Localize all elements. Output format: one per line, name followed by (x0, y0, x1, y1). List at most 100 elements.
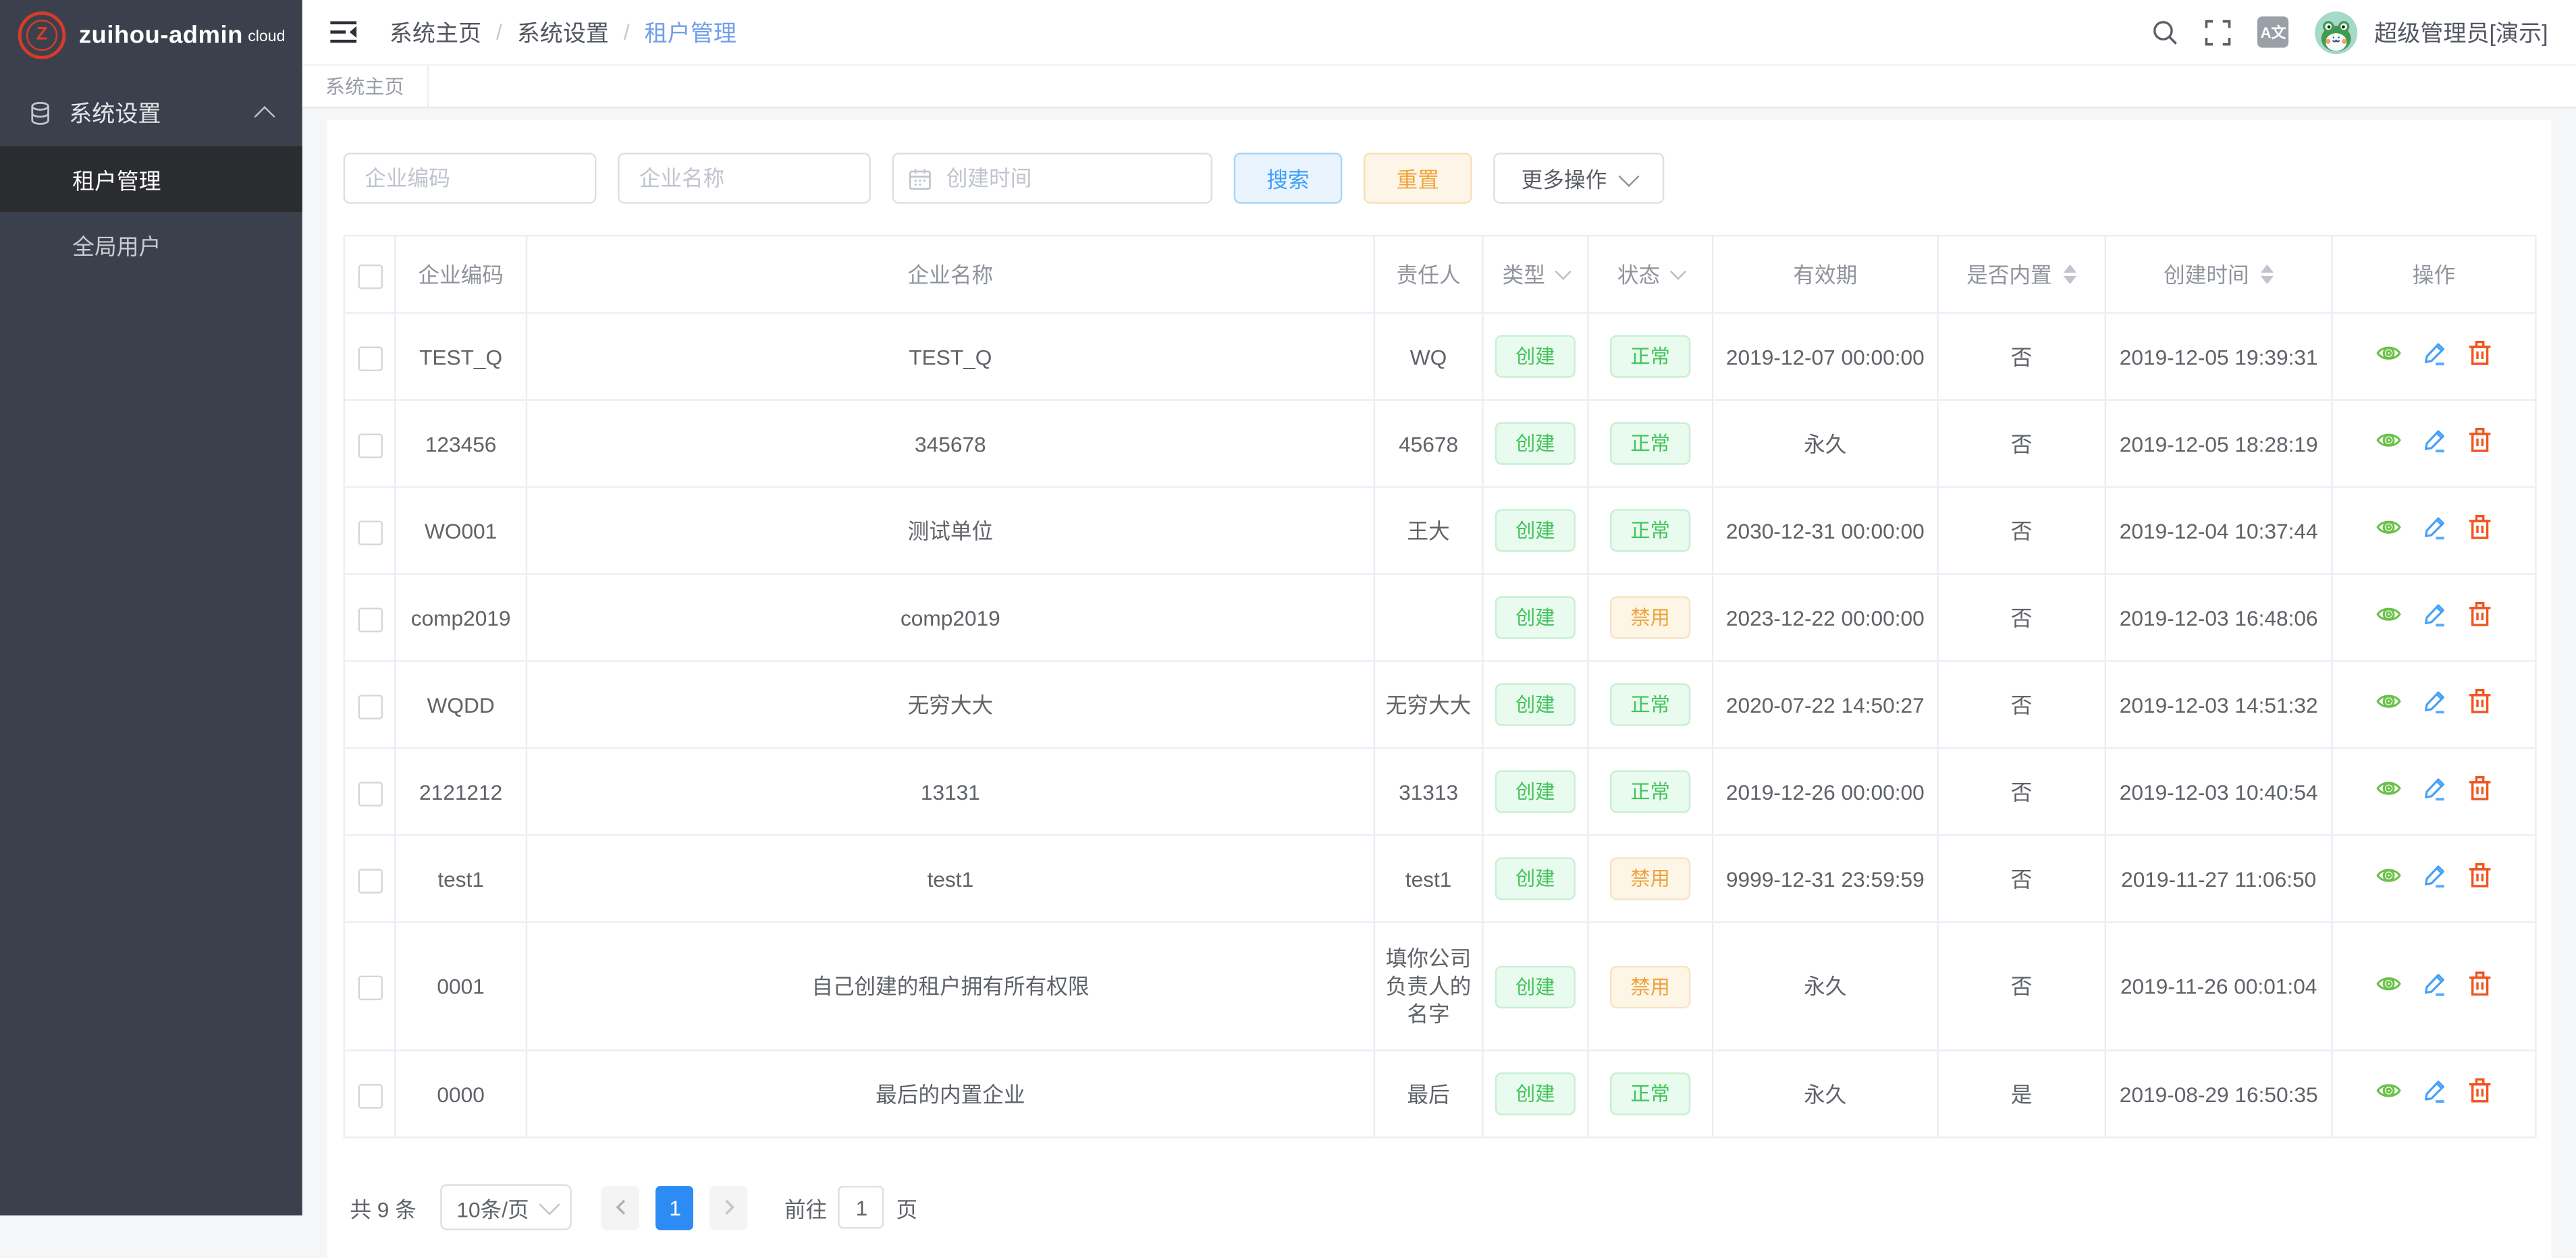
prev-page-button[interactable] (602, 1185, 640, 1230)
delete-icon[interactable] (2467, 688, 2492, 715)
collapse-sidebar-icon[interactable] (330, 20, 358, 45)
cell-code: 2121212 (395, 748, 527, 836)
row-checkbox[interactable] (357, 520, 382, 545)
view-icon[interactable] (2376, 970, 2402, 996)
sidebar-group-system-settings[interactable]: 系统设置 (0, 80, 302, 146)
username[interactable]: 超级管理员[演示] (2374, 16, 2548, 49)
view-icon[interactable] (2376, 1077, 2402, 1103)
delete-icon[interactable] (2467, 427, 2492, 454)
column-header-status[interactable]: 状态 (1588, 236, 1713, 312)
delete-icon[interactable] (2467, 514, 2492, 541)
delete-icon[interactable] (2467, 775, 2492, 802)
column-header-type[interactable]: 类型 (1482, 236, 1588, 312)
row-checkbox[interactable] (357, 694, 382, 719)
cell-actions (2332, 661, 2536, 748)
language-icon[interactable]: A文 (2257, 16, 2288, 47)
tab-system-home[interactable]: 系统主页 (302, 65, 429, 107)
cell-status: 正常 (1588, 1050, 1713, 1137)
select-all-checkbox[interactable] (357, 264, 382, 289)
cell-status: 禁用 (1588, 836, 1713, 923)
row-actions (2376, 1077, 2492, 1103)
page-word: 页 (896, 1192, 918, 1223)
cell-actions (2332, 313, 2536, 400)
edit-icon[interactable] (2421, 427, 2448, 454)
edit-icon[interactable] (2421, 863, 2448, 889)
fullscreen-icon[interactable] (2205, 19, 2232, 45)
row-checkbox[interactable] (357, 976, 382, 1001)
cell-builtin: 是 (1938, 1050, 2105, 1137)
cell-owner: WQ (1374, 313, 1483, 400)
tab-bar: 系统主页 (302, 65, 2576, 108)
view-icon[interactable] (2376, 863, 2402, 889)
filter-caret-icon[interactable] (1554, 264, 1570, 280)
edit-icon[interactable] (2421, 340, 2448, 366)
cell-name: 最后的内置企业 (527, 1050, 1374, 1137)
view-icon[interactable] (2376, 775, 2402, 802)
cell-select (344, 1050, 395, 1137)
view-icon[interactable] (2376, 514, 2402, 541)
more-actions-button[interactable]: 更多操作 (1493, 153, 1664, 203)
cell-type: 创建 (1482, 400, 1588, 487)
delete-icon[interactable] (2467, 970, 2492, 996)
view-icon[interactable] (2376, 340, 2402, 366)
avatar[interactable] (2315, 11, 2358, 53)
cell-actions (2332, 400, 2536, 487)
sort-carets-icon[interactable] (2064, 265, 2076, 284)
row-checkbox[interactable] (357, 433, 382, 458)
reset-button[interactable]: 重置 (1364, 153, 1472, 203)
sidebar-group-label: 系统设置 (69, 97, 259, 130)
view-icon[interactable] (2376, 601, 2402, 628)
cell-status: 正常 (1588, 487, 1713, 574)
search-button[interactable]: 搜索 (1234, 153, 1343, 203)
row-checkbox[interactable] (357, 607, 382, 632)
delete-icon[interactable] (2467, 863, 2492, 889)
cell-actions (2332, 1050, 2536, 1137)
cell-created: 2019-11-27 11:06:50 (2105, 836, 2332, 923)
row-checkbox[interactable] (357, 868, 382, 893)
cell-owner: test1 (1374, 836, 1483, 923)
sidebar-item-label: 租户管理 (72, 163, 161, 196)
created-date-input[interactable] (943, 164, 1196, 192)
next-page-button[interactable] (710, 1185, 748, 1230)
delete-icon[interactable] (2467, 340, 2492, 366)
page-size-select[interactable]: 10条/页 (441, 1184, 572, 1230)
cell-expire: 永久 (1713, 923, 1937, 1051)
cell-type: 创建 (1482, 923, 1588, 1051)
created-date-picker[interactable] (892, 153, 1212, 203)
sort-carets-icon[interactable] (2261, 265, 2274, 284)
column-label: 企业名称 (908, 261, 994, 288)
row-checkbox[interactable] (357, 1083, 382, 1108)
edit-icon[interactable] (2421, 970, 2448, 996)
company-name-input[interactable] (618, 153, 871, 203)
edit-icon[interactable] (2421, 601, 2448, 628)
cell-code: TEST_Q (395, 313, 527, 400)
row-checkbox[interactable] (357, 781, 382, 806)
search-icon[interactable] (2153, 19, 2179, 45)
delete-icon[interactable] (2467, 601, 2492, 628)
row-checkbox[interactable] (357, 346, 382, 371)
edit-icon[interactable] (2421, 688, 2448, 715)
view-icon[interactable] (2376, 427, 2402, 454)
cell-actions (2332, 574, 2536, 661)
cell-select (344, 836, 395, 923)
cell-name: TEST_Q (527, 313, 1374, 400)
sidebar-item-tenant-management[interactable]: 租户管理 (0, 146, 302, 212)
filter-caret-icon[interactable] (1669, 264, 1686, 280)
cell-actions (2332, 836, 2536, 923)
goto-page-input[interactable] (838, 1186, 884, 1228)
breadcrumb-settings[interactable]: 系统设置 (517, 16, 609, 49)
column-header-created[interactable]: 创建时间 (2105, 236, 2332, 312)
edit-icon[interactable] (2421, 514, 2448, 541)
view-icon[interactable] (2376, 688, 2402, 715)
edit-icon[interactable] (2421, 1077, 2448, 1103)
column-header-builtin[interactable]: 是否内置 (1938, 236, 2105, 312)
edit-icon[interactable] (2421, 775, 2448, 802)
sidebar-item-global-users[interactable]: 全局用户 (0, 212, 302, 277)
company-code-input[interactable] (344, 153, 597, 203)
cell-type: 创建 (1482, 836, 1588, 923)
cell-owner: 最后 (1374, 1050, 1483, 1137)
page-number-1[interactable]: 1 (656, 1185, 694, 1230)
breadcrumb-home[interactable]: 系统主页 (390, 16, 481, 49)
delete-icon[interactable] (2467, 1077, 2492, 1103)
app-root: Z zuihou-admin cloud 系统设置 租户管理 全局用户 (0, 0, 2576, 1215)
